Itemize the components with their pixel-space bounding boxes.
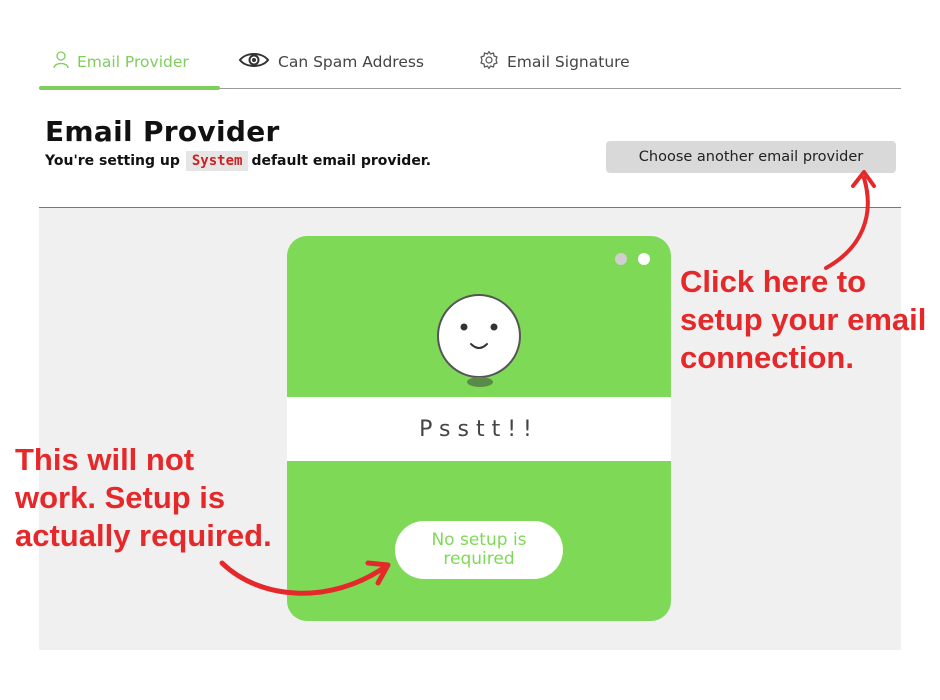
window-dot-icon [638, 253, 650, 265]
tab-label: Email Provider [77, 53, 189, 71]
card-message: Psstt!! [287, 397, 671, 461]
badge-label: No setup is required [431, 530, 527, 569]
page-title: Email Provider [45, 115, 280, 148]
annotation-not-work: This will not work. Setup is actually re… [15, 442, 272, 553]
provider-name: System [185, 151, 249, 171]
smiley-face-icon [437, 294, 521, 378]
arrow-head-up [851, 170, 876, 188]
active-tab-indicator [39, 86, 220, 90]
page-subtitle: You're setting up System default email p… [45, 151, 431, 171]
user-icon [53, 51, 69, 73]
tab-label: Can Spam Address [278, 53, 425, 71]
tab-label: Email Signature [507, 53, 630, 71]
face-shadow [467, 377, 493, 387]
gear-icon [479, 50, 499, 74]
tab-email-provider[interactable]: Email Provider [53, 50, 189, 74]
provider-card: Psstt!! No setup is required [287, 236, 671, 621]
subtitle-suffix: default email provider. [251, 153, 432, 169]
no-setup-badge[interactable]: No setup is required [395, 521, 563, 579]
subtitle-prefix: You're setting up [45, 153, 180, 169]
choose-provider-button[interactable]: Choose another email provider [606, 141, 896, 173]
eye-icon [238, 51, 270, 73]
tab-bar: Email Provider Can Spam Address Email Si… [39, 40, 901, 90]
window-dot-icon [615, 253, 627, 265]
annotation-click-here: Click here to setup your email connectio… [680, 264, 927, 375]
tab-can-spam-address[interactable]: Can Spam Address [238, 50, 424, 74]
tab-email-signature[interactable]: Email Signature [479, 50, 630, 74]
